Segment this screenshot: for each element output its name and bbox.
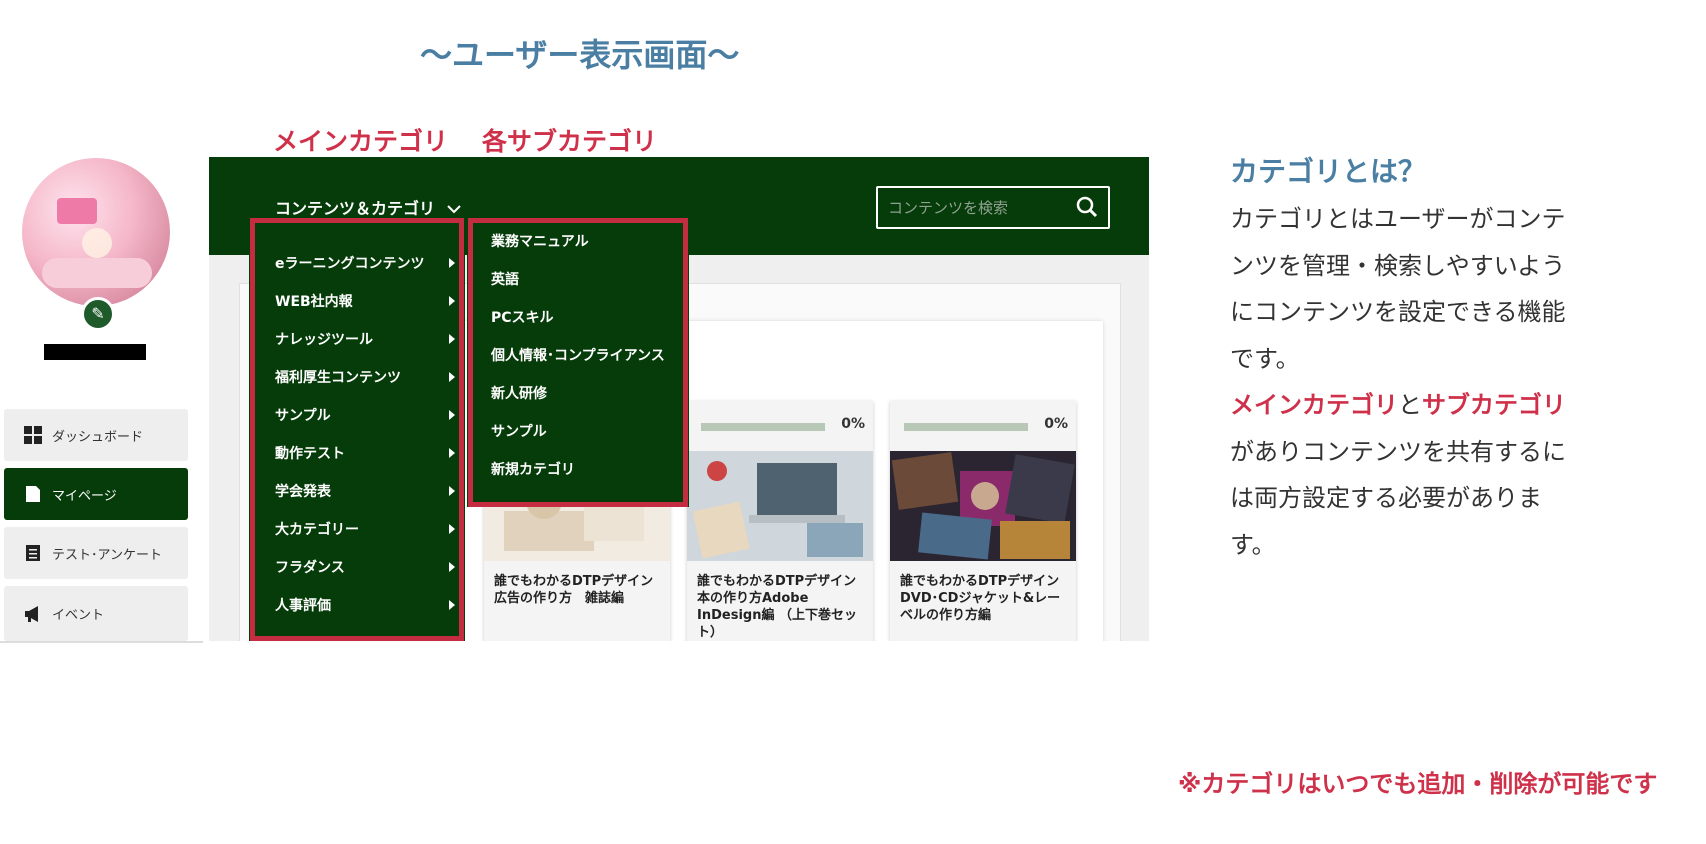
- explanation-text: カテゴリとはユーザーがコンテンツを管理・検索しやすいようにコンテンツを設定できる…: [1230, 205, 1566, 559]
- course-card[interactable]: 0% 誰でもわかるDTPデザイン 本の作り方Adobe InDesign編 （上…: [687, 401, 873, 641]
- sidebar-item-mypage[interactable]: マイページ: [4, 468, 188, 520]
- progress-bar: [904, 423, 1028, 431]
- course-title: 誰でもわかるDTPデザイン 広告の作り方 雑誌編: [494, 574, 667, 606]
- page-icon: [24, 485, 42, 503]
- search-input[interactable]: [886, 196, 1070, 220]
- sidebar-item-test-survey[interactable]: テスト･アンケート: [4, 527, 188, 579]
- sub-category-term: サブカテゴリ: [1422, 391, 1566, 419]
- course-title: 誰でもわかるDTPデザイン DVD･CDジャケット&レーベルの作り方編: [900, 574, 1073, 623]
- search-icon[interactable]: [1076, 196, 1098, 218]
- progress-percent: 0%: [1044, 416, 1068, 432]
- search-box[interactable]: [876, 186, 1110, 229]
- sidebar-item-label: ダッシュボード: [52, 429, 144, 445]
- progress-bar: [701, 423, 825, 431]
- course-title: 誰でもわかるDTPデザイン 本の作り方Adobe InDesign編 （上下巻セ…: [697, 574, 870, 640]
- sidebar-item-label: マイページ: [52, 488, 117, 504]
- chevron-down-icon: [446, 205, 461, 214]
- sidebar-item-label: テスト･アンケート: [52, 547, 162, 563]
- sidebar-divider: [0, 641, 203, 643]
- app-screenshot: コンテンツ＆カテゴリ 誰でもわかるDTPデザイン 広告の作り方 雑誌編 0% 誰…: [209, 157, 1149, 641]
- main-category-highlight: [250, 218, 464, 641]
- sub-category-highlight: [468, 218, 688, 507]
- user-name-redacted: [44, 344, 146, 360]
- course-thumbnail: [687, 451, 873, 561]
- edit-pencil-icon[interactable]: ✎: [81, 297, 115, 331]
- progress-percent: 0%: [841, 416, 865, 432]
- dashboard-icon: [24, 426, 42, 444]
- sidebar-item-event[interactable]: イベント: [4, 586, 188, 641]
- sidebar-item-label: イベント: [52, 608, 105, 623]
- megaphone-icon: [24, 605, 42, 623]
- avatar[interactable]: [22, 158, 170, 306]
- contents-category-menu[interactable]: コンテンツ＆カテゴリ: [275, 195, 461, 219]
- sidebar-item-dashboard[interactable]: ダッシュボード: [4, 409, 188, 461]
- sub-category-label: 各サブカテゴリ: [482, 127, 658, 156]
- course-thumbnail: [890, 451, 1076, 561]
- clipboard-icon: [24, 544, 42, 562]
- footnote: ※カテゴリはいつでも追加・削除が可能です: [1178, 770, 1658, 798]
- menu-label: コンテンツ＆カテゴリ: [275, 199, 436, 218]
- page-title: 〜ユーザー表示画面〜: [420, 36, 740, 74]
- main-category-term: メインカテゴリ: [1230, 391, 1398, 419]
- explanation-heading: カテゴリとは？: [1230, 155, 1427, 188]
- main-category-label: メインカテゴリ: [273, 127, 449, 156]
- course-card[interactable]: 0% 誰でもわかるDTPデザイン DVD･CDジャケット&レーベルの作り方編: [890, 401, 1076, 641]
